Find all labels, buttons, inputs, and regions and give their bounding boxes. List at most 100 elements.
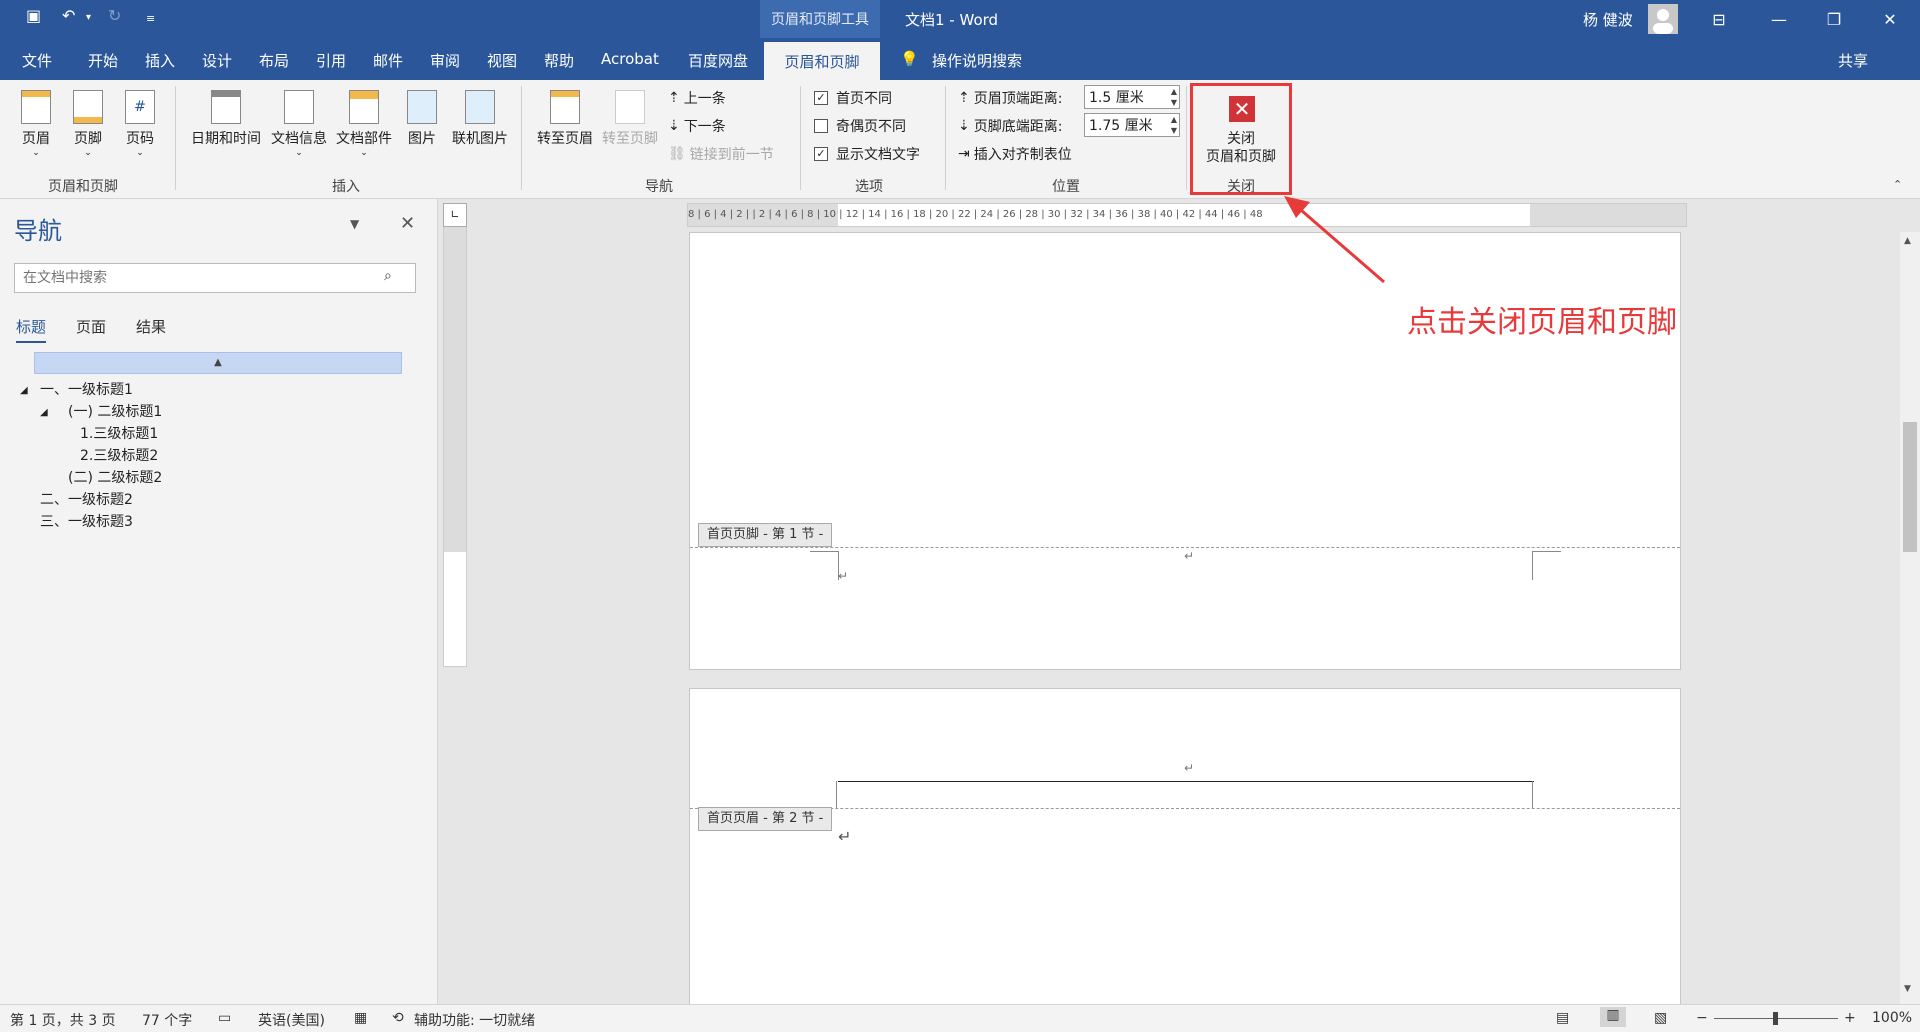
zoom-in-icon[interactable]: + bbox=[1844, 1010, 1856, 1026]
picture-button[interactable]: 图片 bbox=[402, 90, 442, 148]
goto-header-button[interactable]: 转至页眉 bbox=[533, 90, 597, 148]
nav-tab-pages[interactable]: 页面 bbox=[76, 316, 106, 337]
zoom-out-icon[interactable]: − bbox=[1696, 1010, 1708, 1026]
user-name[interactable]: 杨 健波 bbox=[1583, 9, 1633, 30]
tab-design[interactable]: 设计 bbox=[202, 50, 232, 71]
nav-search-input[interactable] bbox=[14, 263, 416, 293]
page-count[interactable]: 第 1 页，共 3 页 bbox=[10, 1010, 116, 1030]
header-position-icon: ⇡ bbox=[958, 90, 970, 106]
footer-bottom-distance-input[interactable]: 1.75 厘米 ▲ ▼ bbox=[1084, 113, 1180, 137]
nav-heading-item[interactable]: 三、一级标题3 bbox=[40, 511, 133, 531]
next-section-button[interactable]: ⇣ 下一条 bbox=[668, 116, 726, 136]
footer-bottom-label: ⇣ 页脚底端距离: bbox=[958, 118, 1063, 135]
tab-file[interactable]: 文件 bbox=[22, 50, 52, 71]
share-button[interactable]: 共享 bbox=[1838, 50, 1868, 71]
chevron-down-icon[interactable]: ▾ bbox=[86, 12, 91, 23]
ribbon-display-icon[interactable]: ⊟ bbox=[1695, 0, 1743, 38]
proofing-icon[interactable]: ▭ bbox=[218, 1010, 231, 1026]
word-count[interactable]: 77 个字 bbox=[142, 1010, 192, 1030]
close-icon[interactable]: ✕ bbox=[1866, 0, 1914, 38]
doc-info-button[interactable]: 文档信息 ⌄ bbox=[267, 90, 331, 158]
macro-icon[interactable]: ▦ bbox=[354, 1010, 367, 1026]
different-odd-even-checkbox[interactable]: 奇偶页不同 bbox=[814, 116, 906, 136]
zoom-slider-thumb[interactable] bbox=[1773, 1012, 1778, 1025]
tab-view[interactable]: 视图 bbox=[487, 50, 517, 71]
collapse-triangle-icon[interactable]: ◢ bbox=[40, 407, 48, 418]
collapse-ribbon-icon[interactable]: ⌃ bbox=[1893, 178, 1902, 191]
header-button[interactable]: 页眉 ⌄ bbox=[18, 90, 54, 158]
redo-icon[interactable]: ↻ bbox=[108, 6, 121, 25]
annotation-arrow bbox=[1284, 196, 1385, 284]
read-mode-icon[interactable]: ▤ bbox=[1556, 1010, 1569, 1026]
nav-tab-headings[interactable]: 标题 bbox=[16, 316, 47, 343]
page-number-button[interactable]: # 页码 ⌄ bbox=[122, 90, 158, 158]
nav-scroll-up-band[interactable]: ▲ bbox=[34, 352, 402, 374]
search-icon[interactable]: ⌕ bbox=[384, 268, 392, 284]
close-header-footer-button[interactable]: ✕ 关闭 页眉和页脚 关闭 bbox=[1190, 83, 1292, 195]
language-indicator[interactable]: 英语(美国) bbox=[258, 1010, 325, 1030]
vertical-scrollbar[interactable]: ▲ ▼ bbox=[1900, 232, 1920, 1004]
link-to-previous-button[interactable]: ⛓ 链接到前一节 bbox=[668, 144, 774, 164]
doc-parts-button[interactable]: 文档部件 ⌄ bbox=[332, 90, 396, 158]
zoom-level[interactable]: 100% bbox=[1872, 1010, 1912, 1026]
footer-icon bbox=[73, 90, 103, 124]
tab-layout[interactable]: 布局 bbox=[259, 50, 289, 71]
tab-home[interactable]: 开始 bbox=[88, 50, 118, 71]
nav-heading-item[interactable]: (一) 二级标题1 bbox=[68, 401, 162, 421]
paragraph-mark-icon: ↵ bbox=[1184, 549, 1195, 563]
goto-header-icon bbox=[550, 90, 580, 124]
spinner-arrows-icon[interactable]: ▲ ▼ bbox=[1171, 114, 1177, 136]
nav-heading-item[interactable]: (二) 二级标题2 bbox=[68, 467, 162, 487]
goto-footer-button[interactable]: 转至页脚 bbox=[598, 90, 662, 148]
restore-icon[interactable]: ❐ bbox=[1810, 0, 1858, 38]
nav-heading-item[interactable]: 二、一级标题2 bbox=[40, 489, 133, 509]
nav-heading-item[interactable]: 2.三级标题2 bbox=[80, 445, 158, 465]
customize-toolbar-icon[interactable]: ≡ bbox=[146, 12, 155, 25]
horizontal-ruler[interactable]: 8 | 6 | 4 | 2 | | 2 | 4 | 6 | 8 | 10 | 1… bbox=[687, 203, 1687, 227]
group-label-position: 位置 bbox=[1052, 179, 1080, 195]
nav-tab-results[interactable]: 结果 bbox=[136, 316, 166, 337]
scrollbar-thumb[interactable] bbox=[1903, 422, 1917, 552]
footer-button[interactable]: 页脚 ⌄ bbox=[70, 90, 106, 158]
save-icon[interactable]: ▣ bbox=[26, 6, 41, 25]
zoom-slider[interactable] bbox=[1714, 1012, 1838, 1025]
date-time-button[interactable]: 日期和时间 bbox=[186, 90, 266, 148]
tab-references[interactable]: 引用 bbox=[316, 50, 346, 71]
print-layout-icon[interactable]: ▥ bbox=[1600, 1007, 1626, 1027]
different-first-page-checkbox[interactable]: ✓ 首页不同 bbox=[814, 88, 892, 108]
close-label-line2: 页眉和页脚 bbox=[1206, 149, 1276, 165]
online-picture-icon bbox=[465, 90, 495, 124]
accessibility-status[interactable]: 辅助功能: 一切就绪 bbox=[414, 1010, 535, 1030]
collapse-triangle-icon[interactable]: ◢ bbox=[20, 385, 28, 396]
tab-header-footer[interactable]: 页眉和页脚 bbox=[764, 42, 880, 80]
accessibility-icon: ⟲ bbox=[392, 1010, 404, 1026]
scroll-up-icon[interactable]: ▲ bbox=[1904, 236, 1911, 246]
spinner-arrows-icon[interactable]: ▲ ▼ bbox=[1171, 86, 1177, 108]
web-layout-icon[interactable]: ▧ bbox=[1654, 1010, 1667, 1026]
tab-acrobat[interactable]: Acrobat bbox=[601, 50, 659, 68]
tab-insert[interactable]: 插入 bbox=[145, 50, 175, 71]
previous-section-button[interactable]: ⇡ 上一条 bbox=[668, 88, 726, 108]
header-top-distance-input[interactable]: 1.5 厘米 ▲ ▼ bbox=[1084, 85, 1180, 109]
online-picture-button[interactable]: 联机图片 bbox=[448, 90, 512, 148]
tab-mailings[interactable]: 邮件 bbox=[373, 50, 403, 71]
close-label-line1: 关闭 bbox=[1227, 131, 1255, 147]
nav-options-icon[interactable]: ▼ bbox=[350, 217, 359, 231]
nav-heading-item[interactable]: 1.三级标题1 bbox=[80, 423, 158, 443]
nav-heading-item[interactable]: 一、一级标题1 bbox=[40, 379, 133, 399]
minimize-icon[interactable]: — bbox=[1755, 0, 1803, 38]
show-document-text-checkbox[interactable]: ✓ 显示文档文字 bbox=[814, 144, 920, 164]
tab-review[interactable]: 审阅 bbox=[430, 50, 460, 71]
avatar[interactable] bbox=[1648, 4, 1678, 34]
tell-me-search[interactable]: 操作说明搜索 bbox=[932, 50, 1022, 71]
context-tools-label: 页眉和页脚工具 bbox=[760, 0, 880, 38]
close-icon[interactable]: ✕ bbox=[400, 213, 415, 234]
vertical-ruler[interactable] bbox=[443, 203, 467, 667]
tab-selector-icon[interactable]: ∟ bbox=[443, 203, 467, 227]
scroll-down-icon[interactable]: ▼ bbox=[1904, 984, 1911, 994]
undo-icon[interactable]: ↶ bbox=[62, 6, 75, 25]
tab-help[interactable]: 帮助 bbox=[544, 50, 574, 71]
document-page[interactable]: ↵ 首页页眉 - 第 2 节 - ↵ bbox=[689, 688, 1681, 1005]
insert-alignment-tab-button[interactable]: ⇥ 插入对齐制表位 bbox=[958, 144, 1072, 164]
tab-baidu[interactable]: 百度网盘 bbox=[688, 50, 748, 71]
